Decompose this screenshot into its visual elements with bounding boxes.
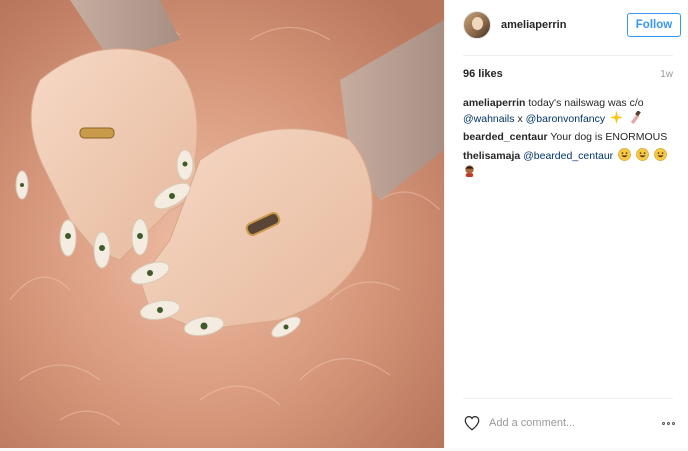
person-icon [465, 165, 474, 177]
comment-username[interactable]: bearded_centaur [463, 131, 548, 143]
avatar[interactable] [463, 11, 491, 39]
instagram-post: ameliaperrin Follow 96 likes 1w ameliape… [0, 0, 688, 451]
heart-icon[interactable] [463, 414, 481, 432]
comment-text: today's nailswag was c/o [528, 97, 644, 109]
comment-mention[interactable]: @bearded_centaur [523, 150, 613, 162]
photo-illustration [0, 0, 444, 448]
post-header: ameliaperrin Follow [445, 0, 688, 50]
nail-polish-icon [630, 111, 641, 124]
comment-mention[interactable]: @wahnails [463, 113, 515, 125]
comment-text: x [517, 113, 523, 125]
post-sidebar: ameliaperrin Follow 96 likes 1w ameliape… [444, 0, 688, 448]
comment-item: ameliaperrin today's nailswag was c/o @w… [463, 96, 675, 127]
sparkle-icon [610, 111, 624, 124]
comment-list: ameliaperrin today's nailswag was c/o @w… [463, 96, 675, 183]
comment-text: Your dog is ENORMOUS [550, 131, 668, 143]
comment-bar [463, 410, 675, 436]
post-photo[interactable] [0, 0, 444, 448]
post-time[interactable]: 1w [660, 69, 673, 80]
likes-row: 96 likes 1w [463, 68, 673, 80]
divider [463, 55, 673, 56]
grinning-face-icon [618, 148, 631, 161]
more-options-icon[interactable] [655, 421, 675, 425]
header-username[interactable]: ameliaperrin [501, 19, 627, 31]
dot-icon [672, 421, 675, 425]
comment-username[interactable]: ameliaperrin [463, 97, 525, 109]
comment-item: thelisamaja @bearded_centaur [463, 148, 675, 180]
comment-input[interactable] [489, 417, 655, 429]
dot-icon [667, 421, 670, 425]
comment-username[interactable]: thelisamaja [463, 150, 520, 162]
grinning-face-icon [636, 148, 649, 161]
comment-item: bearded_centaur Your dog is ENORMOUS [463, 130, 675, 145]
dot-icon [662, 421, 665, 425]
grinning-face-icon [654, 148, 667, 161]
comment-mention[interactable]: @baronvonfancy [526, 113, 606, 125]
likes-count[interactable]: 96 likes [463, 68, 503, 80]
divider [463, 398, 673, 399]
follow-button[interactable]: Follow [627, 13, 681, 37]
